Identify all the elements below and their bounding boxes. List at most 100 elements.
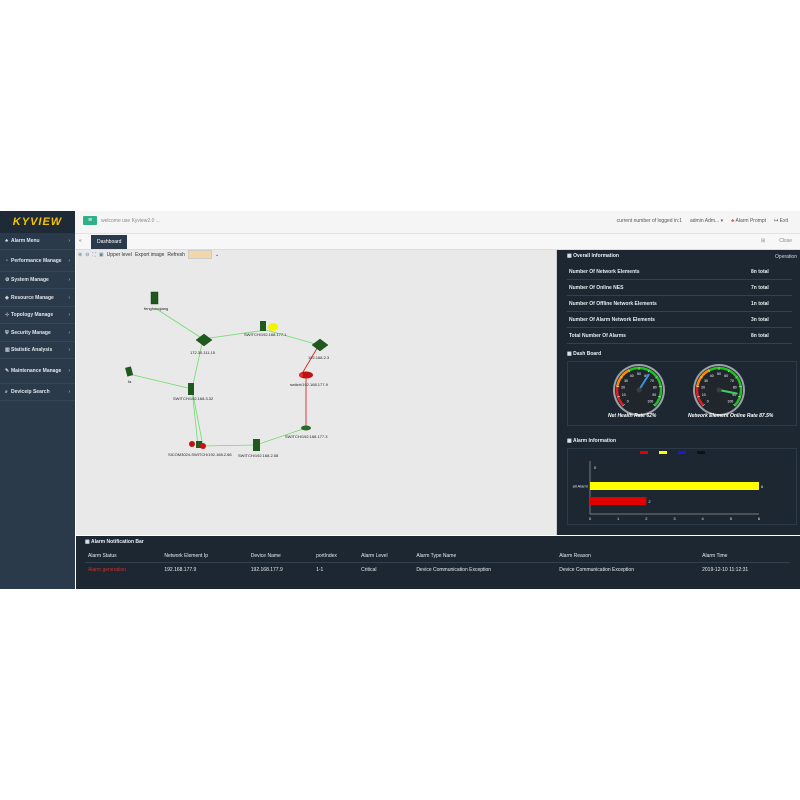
map-toolbar: ⊕ ⊖ ⛶ ▣ Upper level Export image Refresh…: [78, 250, 219, 259]
sidebar-item-performance-manage[interactable]: ◔ Performance Manage ›: [0, 250, 75, 272]
legend-swatch[interactable]: [659, 451, 667, 454]
refresh-button[interactable]: Refresh: [167, 252, 185, 258]
overview-row: Number Of Network Elements 8n total: [567, 264, 792, 280]
chevron-right-icon: ›: [68, 238, 70, 244]
user-menu[interactable]: admin Adm... ▾: [690, 218, 723, 224]
bar[interactable]: [590, 497, 647, 505]
alarm-cell: Critical: [361, 567, 377, 573]
topology-node[interactable]: SICOM3024-SWITCH/192.168.2.66: [168, 441, 232, 457]
node-label: SICOM3024-SWITCH/192.168.2.66: [168, 452, 232, 457]
sidebar-item-system-manage[interactable]: ⚙ System Manage ›: [0, 272, 75, 289]
bell-icon: ♣: [731, 218, 735, 224]
alarm-col-header[interactable]: Alarm Status: [85, 549, 162, 563]
topology-node[interactable]: SWITCH/192.168.177.1: [244, 321, 287, 337]
overview-label: Number Of Offline Network Elements: [567, 295, 749, 312]
bar[interactable]: [590, 482, 759, 490]
topology-canvas[interactable]: fenghuoqiang 172.30.111.15 SWITCH/192.16…: [76, 250, 556, 535]
zoom-out-icon[interactable]: ⊖: [85, 252, 89, 258]
alarm-col-header[interactable]: Device Name: [247, 549, 314, 563]
alarm-info-title: ▦ Alarm Information: [567, 438, 616, 444]
sidebar-menu: ♣ Alarm Menu › ◔ Performance Manage › ⚙ System …: [0, 233, 75, 401]
topology-node[interactable]: SWITCH/192.168.177.3: [285, 425, 328, 440]
topology-node[interactable]: 192.168.2.3: [308, 338, 330, 360]
exit-button[interactable]: ↦ Exit: [774, 218, 788, 224]
x-tick-label: 2: [645, 516, 648, 521]
overview-label: Number Of Alarm Network Elements: [567, 311, 749, 328]
operation-button[interactable]: Operation: [775, 254, 797, 260]
topology-node[interactable]: 172.30.111.15: [190, 333, 216, 355]
chevron-right-icon: ›: [68, 329, 70, 336]
alarm-col-header[interactable]: Network Element Ip: [161, 549, 248, 563]
topology-node[interactable]: SWITCH/192.168.2.58: [238, 439, 279, 458]
gauge-tick-label: 40: [710, 374, 714, 378]
alarm-bar-title: ▦ Alarm Notification Bar: [85, 539, 144, 545]
gauge-tick-label: 100: [727, 400, 733, 404]
tab-close-button[interactable]: Close: [779, 238, 792, 244]
alarm-info-title-text: Alarm Information: [572, 438, 617, 444]
menu-toggle-button[interactable]: ≡: [83, 216, 97, 225]
gauge-hub: [716, 387, 722, 393]
alarm-col-header[interactable]: Alarm Type Name: [413, 549, 557, 563]
overview-row: Total Number Of Alarms 8n total: [567, 327, 792, 344]
alarm-prompt-button[interactable]: ♣ Alarm Prompt: [731, 218, 766, 224]
export-image-button[interactable]: Export image: [135, 252, 164, 258]
tab-collapse-button[interactable]: «: [79, 238, 82, 244]
sidebar-item-statistic-analysis[interactable]: ▥ Statistic Analysis ›: [0, 342, 75, 359]
alarm-col-header[interactable]: Alarm Time: [699, 549, 790, 563]
tab-dashboard[interactable]: Dashboard: [91, 235, 128, 249]
gauge-tick-label: 10: [702, 393, 706, 397]
legend-swatch[interactable]: [697, 451, 705, 454]
chevron-right-icon: ›: [68, 347, 70, 353]
sidebar-item-resource-manage[interactable]: ◈ Resource Manage ›: [0, 289, 75, 307]
logo-text: KYVIEW: [12, 216, 63, 228]
node-label: 172.30.111.15: [190, 350, 216, 355]
table-icon: ▦: [85, 539, 90, 545]
overview-panel: Operation ▦ Overall Information Number O…: [557, 250, 800, 535]
upper-level-button[interactable]: Upper level: [107, 252, 132, 258]
tab-close-area: ⊞ Close: [761, 238, 792, 244]
bar-value-label: 2: [648, 499, 651, 504]
zoom-in-icon[interactable]: ⊕: [78, 252, 82, 258]
topology-map-panel: fenghuoqiang 172.30.111.15 SWITCH/192.16…: [76, 250, 557, 535]
gauge-tick-label: 30: [624, 379, 628, 383]
fit-screen-icon[interactable]: ⛶: [92, 252, 96, 258]
tab-menu-icon[interactable]: ⊞: [761, 238, 765, 244]
alarm-cell: Device Communication Exception: [416, 567, 492, 573]
save-icon[interactable]: ▣: [99, 252, 104, 258]
x-tick-label: 0: [589, 516, 592, 521]
alarm-cell: Device Communication Exception: [559, 567, 634, 573]
gauge-tick-label: 0: [627, 400, 629, 404]
topology-node[interactable]: switch/192.168.177.9: [290, 371, 329, 388]
overview-row: Number Of Online NES 7n total: [567, 279, 792, 296]
chevron-right-icon: ›: [68, 257, 70, 264]
legend-swatch[interactable]: [640, 451, 648, 454]
sidebar-item-deviceip-search[interactable]: ⌕ Deviceip Search ›: [0, 384, 75, 401]
chevron-down-icon[interactable]: ⌄: [215, 252, 219, 258]
chevron-right-icon: ›: [68, 389, 70, 395]
gauge-tick-label: 100: [647, 400, 653, 404]
topology-node[interactable]: fa: [125, 366, 134, 384]
gauge-tick-label: 40: [630, 374, 634, 378]
sidebar-item-alarm-menu[interactable]: ♣ Alarm Menu ›: [0, 233, 75, 250]
alarm-notification-bar: ▦ Alarm Notification Bar Alarm Status Net…: [76, 536, 800, 589]
x-tick-label: 5: [730, 516, 733, 521]
overview-row: Number Of Alarm Network Elements 3n total: [567, 311, 792, 328]
bar-value-label: 6: [761, 484, 764, 489]
overview-value: 8n total: [749, 264, 792, 280]
sidebar-item-label: Resource Manage: [11, 294, 54, 301]
topology-node[interactable]: fenghuoqiang: [144, 291, 168, 311]
legend-swatch[interactable]: [678, 451, 686, 454]
logo: KYVIEW: [0, 211, 75, 233]
alarm-col-header[interactable]: Alarm Reason: [556, 549, 700, 563]
sidebar-item-maintenance-manage[interactable]: ✎ Maintenance Manage ›: [0, 359, 75, 384]
alarm-col-header[interactable]: Alarm Level: [358, 549, 414, 563]
alarm-col-header[interactable]: portIndex: [313, 549, 359, 563]
alarm-row[interactable]: Alarm generation 192.168.177.9 192.168.177…: [85, 563, 790, 578]
sidebar-item-security-manage[interactable]: ⛨ Security Manage ›: [0, 324, 75, 342]
map-select[interactable]: [187, 250, 212, 259]
header: ≡ welcome use Kyview2.0 ... current numb…: [75, 211, 800, 234]
sidebar-item-label: Security Manage: [11, 329, 51, 336]
sidebar-item-topology-manage[interactable]: ⊹ Topology Manage ›: [0, 307, 75, 324]
sidebar-item-label: Performance Manage: [11, 257, 62, 264]
bar-value-label: 0: [594, 465, 597, 470]
